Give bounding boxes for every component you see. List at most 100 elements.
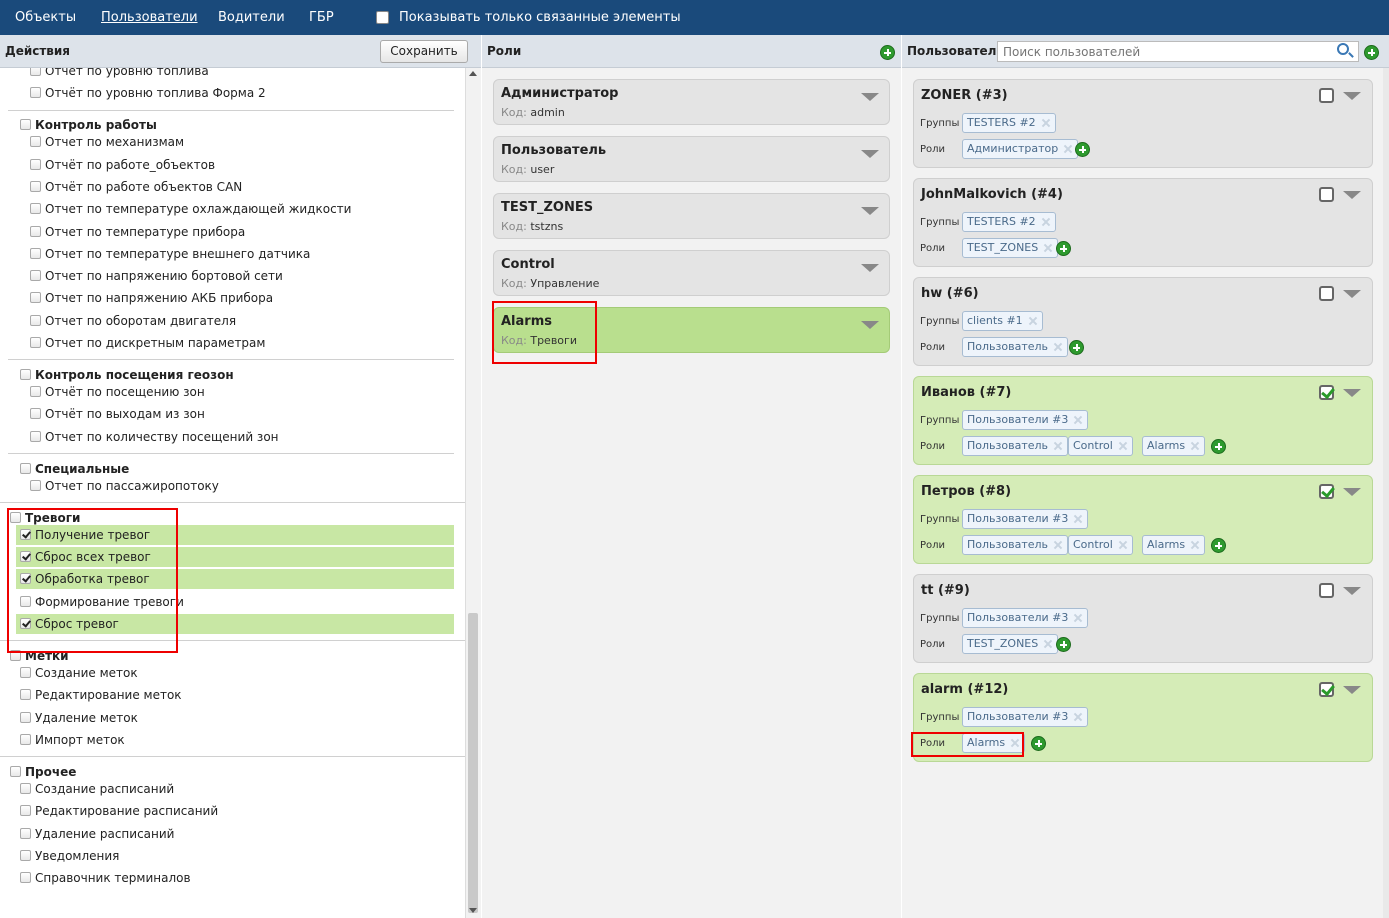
nav-objects[interactable]: Объекты [15,10,76,25]
remove-icon[interactable] [1010,738,1020,748]
chevron-down-icon[interactable] [1343,92,1361,100]
action-item[interactable]: Редактирование меток [20,685,182,705]
action-checkbox[interactable] [30,181,41,192]
remove-icon[interactable] [1063,144,1073,154]
action-checkbox[interactable] [30,386,41,397]
action-item[interactable]: Получение тревог [20,525,150,545]
action-item[interactable]: Отчет по уровню топлива [30,68,209,81]
action-item[interactable]: Отчет по оборотам двигателя [30,311,236,331]
role-card[interactable]: Control Код: Управление [493,250,890,296]
action-item[interactable]: Импорт меток [20,730,125,750]
group-tag[interactable]: TESTERS #2 [962,212,1056,232]
action-checkbox[interactable] [20,667,31,678]
action-checkbox[interactable] [20,850,31,861]
chevron-down-icon[interactable] [861,264,879,272]
remove-icon[interactable] [1053,540,1063,550]
group-tag[interactable]: Пользователи #3 [962,608,1089,628]
role-card[interactable]: TEST_ZONES Код: tstzns [493,193,890,239]
users-scrollbar[interactable] [1383,68,1389,918]
save-button[interactable]: Сохранить [380,40,468,63]
action-checkbox[interactable] [20,805,31,816]
role-card[interactable]: Администратор Код: admin [493,79,890,125]
chevron-down-icon[interactable] [1343,191,1361,199]
action-item[interactable]: Отчет по дискретным параметрам [30,333,265,353]
users-search-input[interactable] [997,41,1359,62]
remove-icon[interactable] [1041,118,1051,128]
only-linked-checkbox[interactable] [376,11,389,24]
role-tag[interactable]: Control [1068,436,1133,456]
action-checkbox[interactable] [30,408,41,419]
remove-icon[interactable] [1073,613,1083,623]
group-tag[interactable]: Пользователи #3 [962,509,1089,529]
action-checkbox[interactable] [30,68,41,76]
action-item[interactable]: Формирование тревоги [20,592,184,612]
group-checkbox[interactable] [20,369,31,380]
action-item[interactable]: Отчет по напряжению бортовой сети [30,266,283,286]
action-checkbox[interactable] [30,226,41,237]
add-role-icon[interactable] [1075,142,1090,157]
action-checkbox[interactable] [20,596,31,607]
group-tag[interactable]: clients #1 [962,311,1043,331]
chevron-down-icon[interactable] [1343,686,1361,694]
group-checkbox[interactable] [10,766,21,777]
group-checkbox[interactable] [20,463,31,474]
action-checkbox[interactable] [20,783,31,794]
action-checkbox[interactable] [20,734,31,745]
action-item[interactable]: Редактирование расписаний [20,801,218,821]
role-tag[interactable]: TEST_ZONES [962,634,1059,654]
action-item[interactable]: Отчёт по работе объектов CAN [30,177,242,197]
action-item[interactable]: Отчет по пассажиропотоку [30,476,219,496]
remove-icon[interactable] [1043,243,1053,253]
action-item[interactable]: Создание меток [20,663,138,683]
action-item[interactable]: Отчёт по уровню топлива Форма 2 [30,83,266,103]
role-tag[interactable]: Пользователь [962,337,1069,357]
group-tag[interactable]: Пользователи #3 [962,410,1089,430]
user-checkbox[interactable] [1319,682,1334,697]
add-user-icon[interactable] [1364,45,1379,60]
remove-icon[interactable] [1073,514,1083,524]
role-tag[interactable]: Control [1068,535,1133,555]
user-checkbox[interactable] [1319,583,1334,598]
chevron-down-icon[interactable] [1343,290,1361,298]
chevron-down-icon[interactable] [861,321,879,329]
action-item[interactable]: Отчёт по посещению зон [30,382,205,402]
group-tag[interactable]: Пользователи #3 [962,707,1089,727]
action-item[interactable]: Отчет по температуре внешнего датчика [30,244,310,264]
action-item[interactable]: Отчет по количеству посещений зон [30,427,279,447]
action-item[interactable]: Уведомления [20,846,119,866]
chevron-down-icon[interactable] [861,93,879,101]
action-checkbox[interactable] [30,337,41,348]
role-tag[interactable]: Пользователь [962,535,1069,555]
remove-icon[interactable] [1041,217,1051,227]
add-role-icon[interactable] [1211,538,1226,553]
role-tag[interactable]: Alarms [962,733,1026,753]
role-tag[interactable]: Alarms [1142,535,1206,555]
group-checkbox[interactable] [20,119,31,130]
action-item[interactable]: Сброс тревог [20,614,119,634]
action-checkbox[interactable] [20,712,31,723]
scroll-up-arrow-icon[interactable] [469,71,477,76]
action-item[interactable]: Отчет по механизмам [30,132,184,152]
action-item[interactable]: Справочник терминалов [20,868,191,888]
add-role-icon[interactable] [1056,241,1071,256]
actions-scrollbar[interactable] [465,68,481,918]
action-checkbox[interactable] [30,203,41,214]
action-checkbox[interactable] [30,270,41,281]
action-checkbox[interactable] [20,618,31,629]
scroll-down-arrow-icon[interactable] [469,908,477,913]
user-checkbox[interactable] [1319,187,1334,202]
action-checkbox[interactable] [30,159,41,170]
chevron-down-icon[interactable] [861,150,879,158]
remove-icon[interactable] [1043,639,1053,649]
scroll-thumb[interactable] [468,613,478,913]
group-checkbox[interactable] [10,512,21,523]
action-checkbox[interactable] [20,573,31,584]
user-checkbox[interactable] [1319,286,1334,301]
remove-icon[interactable] [1053,441,1063,451]
action-checkbox[interactable] [30,480,41,491]
action-checkbox[interactable] [30,248,41,259]
action-item[interactable]: Отчёт по работе_объектов [30,155,215,175]
action-checkbox[interactable] [30,315,41,326]
remove-icon[interactable] [1028,316,1038,326]
action-checkbox[interactable] [20,551,31,562]
